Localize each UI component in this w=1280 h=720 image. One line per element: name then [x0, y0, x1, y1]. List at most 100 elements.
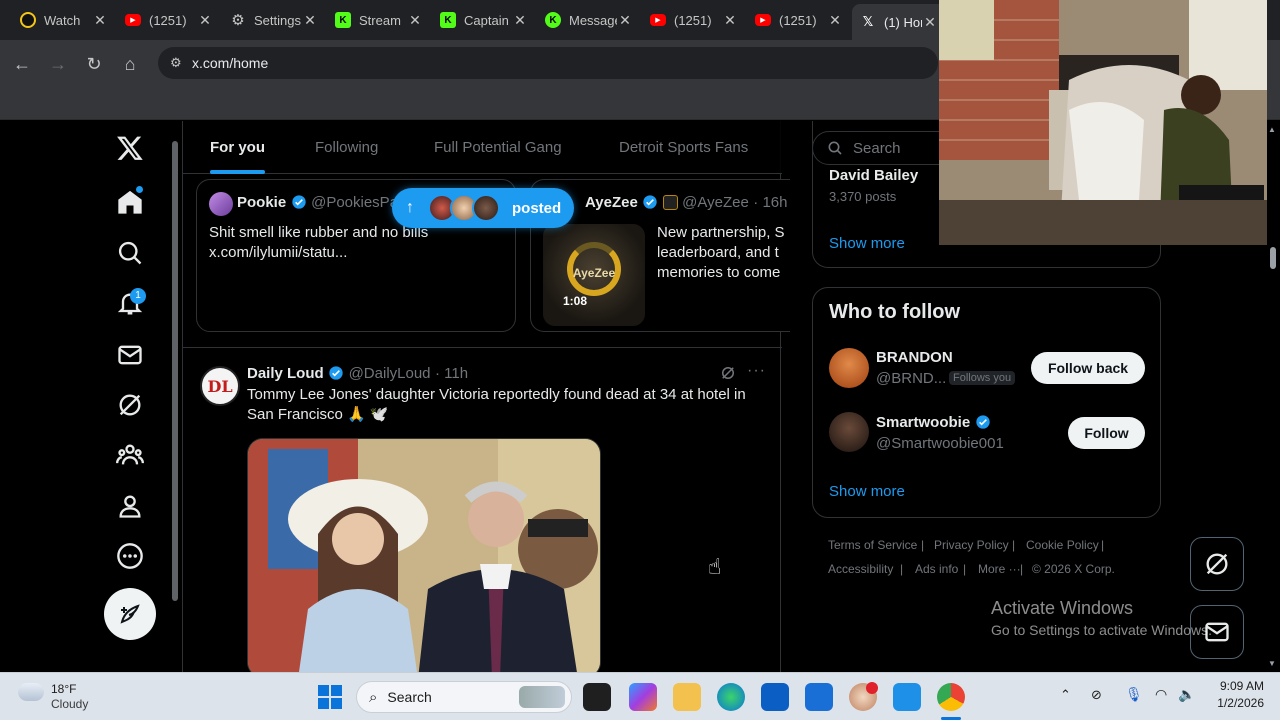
browser-tab-watch[interactable]: Watch ✕	[12, 6, 116, 34]
ads-info-link[interactable]: Ads info	[915, 562, 958, 576]
grok-icon[interactable]	[110, 385, 150, 425]
display-name[interactable]: Pookie	[237, 194, 286, 211]
scroll-up-arrow-icon[interactable]: ▲	[1268, 125, 1276, 134]
messages-mail-icon[interactable]	[110, 335, 150, 375]
scrollbar-thumb[interactable]	[172, 141, 178, 601]
clock[interactable]: 9:09 AM 1/2/2026	[1206, 679, 1264, 710]
scrollbar-thumb[interactable]	[1270, 247, 1276, 269]
show-more-link[interactable]: Show more	[829, 483, 905, 500]
footer-separator: |	[1012, 538, 1016, 552]
scroll-down-arrow-icon[interactable]: ▼	[1268, 659, 1276, 668]
back-arrow-icon[interactable]: ←	[10, 52, 34, 76]
grok-icon[interactable]	[719, 364, 739, 384]
address-bar[interactable]: ⚙ x.com/home	[158, 47, 938, 79]
file-explorer-icon[interactable]	[673, 683, 701, 711]
show-more-link[interactable]: Show more	[829, 235, 905, 252]
suggestion-handle[interactable]: @BRND...	[876, 370, 946, 387]
privacy-link[interactable]: Privacy Policy	[934, 538, 1009, 552]
accessibility-link[interactable]: Accessibility	[828, 562, 893, 576]
browser-tab-youtube-3[interactable]: ▶ (1251) ✕	[747, 6, 851, 34]
explore-search-icon[interactable]	[110, 233, 150, 273]
microphone-icon[interactable]: 🎙	[1125, 686, 1143, 703]
browser-tab-captain[interactable]: K Captain ✕	[432, 6, 536, 34]
chrome-browser-icon[interactable]	[937, 683, 965, 711]
trend-name[interactable]: David Bailey	[829, 167, 918, 184]
browser-tab-settings[interactable]: ⚙ Settings ✕	[222, 6, 326, 34]
avatar[interactable]	[829, 348, 869, 388]
tweet[interactable]: DL Daily Loud @DailyLoud · 11h ··· Tommy…	[183, 347, 782, 672]
tab-following[interactable]: Following	[315, 121, 378, 174]
chevron-up-icon[interactable]: ⌃	[1060, 687, 1071, 703]
user-handle[interactable]: @PookiesPa	[311, 194, 398, 211]
weather-temp[interactable]: 18°F	[51, 682, 76, 696]
site-info-icon[interactable]: ⚙	[170, 55, 192, 71]
profile-icon[interactable]	[110, 486, 150, 526]
home-nav-icon[interactable]	[110, 182, 150, 222]
forward-arrow-icon[interactable]: →	[46, 52, 70, 76]
close-icon[interactable]: ✕	[722, 12, 738, 29]
compose-post-button[interactable]	[104, 588, 156, 640]
page-scrollbar-left[interactable]	[170, 121, 180, 672]
post-time[interactable]: · 16h	[753, 194, 787, 211]
video-thumbnail[interactable]: AyeZee 1:08	[543, 224, 645, 326]
follow-button[interactable]: Follow	[1068, 417, 1145, 449]
avatar[interactable]	[209, 192, 233, 216]
display-name[interactable]: AyeZee	[585, 194, 638, 211]
close-icon[interactable]: ✕	[197, 12, 213, 29]
more-options-icon[interactable]	[110, 536, 150, 576]
close-icon[interactable]: ✕	[827, 12, 843, 29]
home-icon[interactable]: ⌂	[118, 52, 142, 76]
weather-desc[interactable]: Cloudy	[51, 697, 88, 711]
close-icon[interactable]: ✕	[92, 12, 108, 29]
close-icon[interactable]: ✕	[617, 12, 633, 29]
tweet-photo[interactable]	[247, 438, 601, 672]
browser-tab-stream[interactable]: K Stream ✕	[327, 6, 431, 34]
communities-icon[interactable]	[110, 435, 150, 475]
browser-tab-x-home[interactable]: 𝕏 (1) Home ✕	[852, 4, 946, 40]
x-logo-icon[interactable]	[110, 128, 150, 168]
app-icon[interactable]	[893, 683, 921, 711]
suggestion-name[interactable]: Smartwoobie	[876, 414, 970, 431]
post-time[interactable]: · 11h	[435, 365, 468, 382]
browser-tab-youtube-1[interactable]: ▶ (1251) ✕	[117, 6, 221, 34]
cloudy-weather-icon[interactable]	[18, 683, 44, 701]
speaker-icon[interactable]: 🔈	[1178, 686, 1195, 703]
grok-floating-button[interactable]	[1190, 537, 1244, 591]
outlook-icon[interactable]	[805, 683, 833, 711]
close-icon[interactable]: ✕	[302, 12, 318, 29]
display-name[interactable]: Daily Loud	[247, 365, 324, 382]
tab-title: Stream	[359, 12, 401, 28]
more-horizontal-icon[interactable]: ···	[747, 362, 767, 382]
user-handle[interactable]: @AyeZee	[682, 194, 749, 211]
page-scrollbar-right[interactable]: ▲ ▼	[1266, 121, 1280, 672]
more-footer-link[interactable]: More ···	[978, 562, 1021, 576]
cookie-policy-link[interactable]: Cookie Policy	[1026, 538, 1099, 552]
microsoft-365-icon[interactable]	[629, 683, 657, 711]
taskbar-search-box[interactable]: ⌕ Search	[356, 681, 572, 713]
edge-browser-icon[interactable]	[717, 683, 745, 711]
user-handle[interactable]: @DailyLoud	[349, 365, 431, 382]
follow-back-button[interactable]: Follow back	[1031, 352, 1145, 384]
avatar[interactable]	[829, 412, 869, 452]
tab-full-potential-gang[interactable]: Full Potential Gang	[434, 121, 562, 174]
new-posts-pill[interactable]: ↑ posted	[392, 188, 574, 228]
windows-start-icon[interactable]	[318, 685, 342, 709]
reload-icon[interactable]: ↻	[82, 52, 106, 76]
suggestion-handle[interactable]: @Smartwoobie001	[876, 435, 1004, 452]
terms-link[interactable]: Terms of Service	[828, 538, 917, 552]
tab-for-you[interactable]: For you	[210, 121, 265, 174]
close-icon[interactable]: ✕	[407, 12, 423, 29]
browser-tab-messages[interactable]: K Messages ✕	[537, 6, 641, 34]
close-icon[interactable]: ✕	[922, 14, 938, 31]
tab-detroit-sports-fans[interactable]: Detroit Sports Fans	[619, 121, 748, 174]
microsoft-store-icon[interactable]	[761, 683, 789, 711]
network-off-icon[interactable]: ⊘	[1091, 687, 1102, 703]
follows-you-badge: Follows you	[949, 371, 1016, 385]
task-view-icon[interactable]	[583, 683, 611, 711]
post-link[interactable]: x.com/ilylumii/statu...	[209, 243, 509, 263]
close-icon[interactable]: ✕	[512, 12, 528, 29]
browser-tab-youtube-2[interactable]: ▶ (1251) ✕	[642, 6, 746, 34]
wifi-icon[interactable]: ◠	[1155, 686, 1167, 703]
avatar[interactable]: DL	[200, 366, 240, 406]
suggestion-name[interactable]: BRANDON	[876, 349, 953, 366]
